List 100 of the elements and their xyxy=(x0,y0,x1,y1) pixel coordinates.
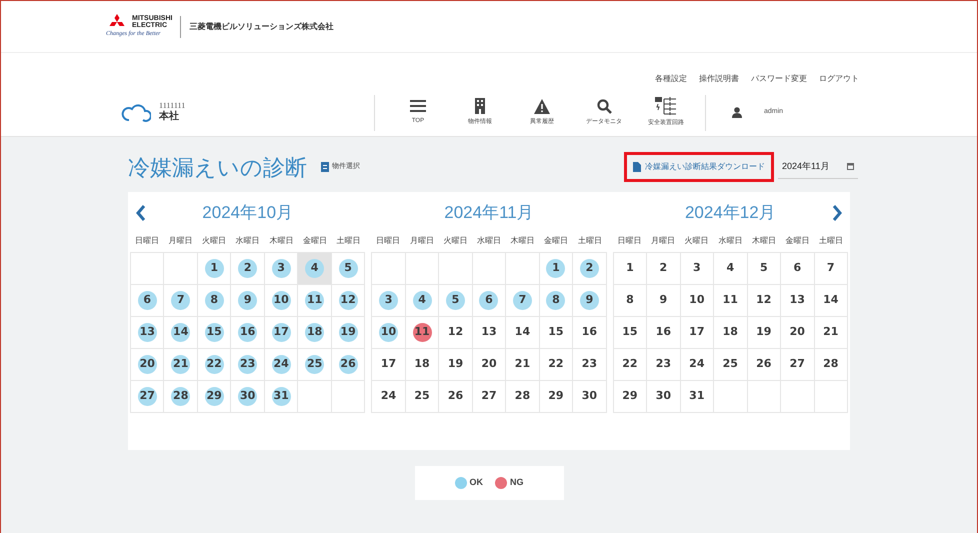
calendar-day[interactable]: 28 xyxy=(512,387,532,406)
calendar-day[interactable]: 26 xyxy=(338,355,358,374)
calendar-day[interactable]: 2 xyxy=(580,259,599,278)
calendar-day[interactable]: 14 xyxy=(171,323,190,342)
calendar-day[interactable]: 12 xyxy=(446,323,465,342)
calendar-day[interactable]: 10 xyxy=(687,291,706,310)
calendar-day[interactable]: 16 xyxy=(654,323,673,342)
calendar-day[interactable]: 21 xyxy=(821,323,840,342)
calendar-day[interactable]: 24 xyxy=(687,355,706,374)
calendar-day[interactable]: 20 xyxy=(788,323,807,342)
calendar-day[interactable]: 7 xyxy=(512,291,532,310)
calendar-day[interactable]: 31 xyxy=(687,387,706,406)
calendar-day[interactable]: 11 xyxy=(412,323,432,342)
calendar-day[interactable]: 2 xyxy=(654,259,673,278)
calendar-day[interactable]: 4 xyxy=(412,291,432,310)
calendar-day[interactable]: 24 xyxy=(379,387,398,406)
calendar-day[interactable]: 13 xyxy=(788,291,807,310)
calendar-day[interactable]: 5 xyxy=(338,259,358,278)
calendar-day[interactable]: 10 xyxy=(379,323,398,342)
calendar-day[interactable]: 17 xyxy=(379,355,398,374)
calendar-day[interactable]: 19 xyxy=(446,355,465,374)
calendar-day[interactable]: 25 xyxy=(305,355,324,374)
calendar-day[interactable]: 20 xyxy=(479,355,498,374)
calendar-day[interactable]: 9 xyxy=(654,291,673,310)
calendar-day[interactable]: 28 xyxy=(821,355,840,374)
calendar-day[interactable]: 1 xyxy=(620,259,640,278)
calendar-day[interactable]: 14 xyxy=(512,323,532,342)
calendar-day[interactable]: 14 xyxy=(821,291,840,310)
calendar-day[interactable]: 17 xyxy=(272,323,291,342)
calendar-day[interactable]: 8 xyxy=(546,291,566,310)
calendar-day[interactable]: 4 xyxy=(305,259,324,278)
calendar-day[interactable]: 22 xyxy=(204,355,224,374)
calendar-day[interactable]: 4 xyxy=(720,259,740,278)
calendar-day[interactable]: 26 xyxy=(446,387,465,406)
calendar-day[interactable]: 15 xyxy=(546,323,566,342)
calendar-day[interactable]: 25 xyxy=(412,387,432,406)
calendar-day[interactable]: 8 xyxy=(620,291,640,310)
calendar-day[interactable]: 16 xyxy=(238,323,258,342)
month-field[interactable]: 2024年11月 xyxy=(778,155,858,179)
calendar-day[interactable]: 16 xyxy=(580,323,599,342)
calendar-day[interactable]: 21 xyxy=(512,355,532,374)
calendar-day[interactable]: 19 xyxy=(754,323,774,342)
download-button[interactable]: 冷媒漏えい診断結果ダウンロード xyxy=(624,152,774,182)
calendar-day[interactable]: 3 xyxy=(687,259,706,278)
calendar-day[interactable]: 19 xyxy=(338,323,358,342)
calendar-day[interactable]: 9 xyxy=(580,291,599,310)
calendar-day[interactable]: 11 xyxy=(720,291,740,310)
calendar-day[interactable]: 30 xyxy=(580,387,599,406)
calendar-day[interactable]: 22 xyxy=(546,355,566,374)
calendar-day[interactable]: 18 xyxy=(412,355,432,374)
calendar-day[interactable]: 23 xyxy=(654,355,673,374)
header-link[interactable]: 各種設定 xyxy=(655,73,687,85)
calendar-day[interactable]: 6 xyxy=(479,291,498,310)
previous-month-button[interactable] xyxy=(135,205,147,221)
calendar-day[interactable]: 10 xyxy=(272,291,291,310)
calendar-day[interactable]: 18 xyxy=(720,323,740,342)
calendar-day[interactable]: 6 xyxy=(138,291,157,310)
calendar-day[interactable]: 11 xyxy=(305,291,324,310)
calendar-day[interactable]: 1 xyxy=(546,259,566,278)
calendar-day[interactable]: 22 xyxy=(620,355,640,374)
calendar-day[interactable]: 8 xyxy=(204,291,224,310)
calendar-day[interactable]: 5 xyxy=(446,291,465,310)
calendar-day[interactable]: 30 xyxy=(238,387,258,406)
calendar-day[interactable]: 7 xyxy=(171,291,190,310)
calendar-day[interactable]: 1 xyxy=(204,259,224,278)
calendar-day[interactable]: 23 xyxy=(580,355,599,374)
calendar-day[interactable]: 30 xyxy=(654,387,673,406)
calendar-day[interactable]: 3 xyxy=(379,291,398,310)
calendar-day[interactable]: 20 xyxy=(138,355,157,374)
calendar-day[interactable]: 5 xyxy=(754,259,774,278)
calendar-day[interactable]: 29 xyxy=(204,387,224,406)
calendar-day[interactable]: 7 xyxy=(821,259,840,278)
calendar-day[interactable]: 13 xyxy=(479,323,498,342)
header-link[interactable]: ログアウト xyxy=(819,73,859,85)
calendar-day[interactable]: 29 xyxy=(546,387,566,406)
calendar-day[interactable]: 6 xyxy=(788,259,807,278)
calendar-day[interactable]: 17 xyxy=(687,323,706,342)
calendar-day[interactable]: 27 xyxy=(788,355,807,374)
calendar-day[interactable]: 2 xyxy=(238,259,258,278)
header-link[interactable]: パスワード変更 xyxy=(751,73,807,85)
calendar-day[interactable]: 31 xyxy=(272,387,291,406)
calendar-day[interactable]: 15 xyxy=(620,323,640,342)
calendar-day[interactable]: 29 xyxy=(620,387,640,406)
calendar-day[interactable]: 18 xyxy=(305,323,324,342)
header-link[interactable]: 操作説明書 xyxy=(699,73,739,85)
calendar-day[interactable]: 9 xyxy=(238,291,258,310)
calendar-day[interactable]: 27 xyxy=(138,387,157,406)
calendar-day[interactable]: 23 xyxy=(238,355,258,374)
calendar-day[interactable]: 15 xyxy=(204,323,224,342)
next-month-button[interactable] xyxy=(830,205,843,221)
calendar-day[interactable]: 25 xyxy=(720,355,740,374)
calendar-day[interactable]: 3 xyxy=(272,259,291,278)
calendar-day[interactable]: 13 xyxy=(138,323,157,342)
calendar-day[interactable]: 21 xyxy=(171,355,190,374)
calendar-day[interactable]: 27 xyxy=(479,387,498,406)
calendar-day[interactable]: 12 xyxy=(338,291,358,310)
calendar-day[interactable]: 28 xyxy=(171,387,190,406)
calendar-day[interactable]: 26 xyxy=(754,355,774,374)
calendar-day[interactable]: 12 xyxy=(754,291,774,310)
calendar-day[interactable]: 24 xyxy=(272,355,291,374)
